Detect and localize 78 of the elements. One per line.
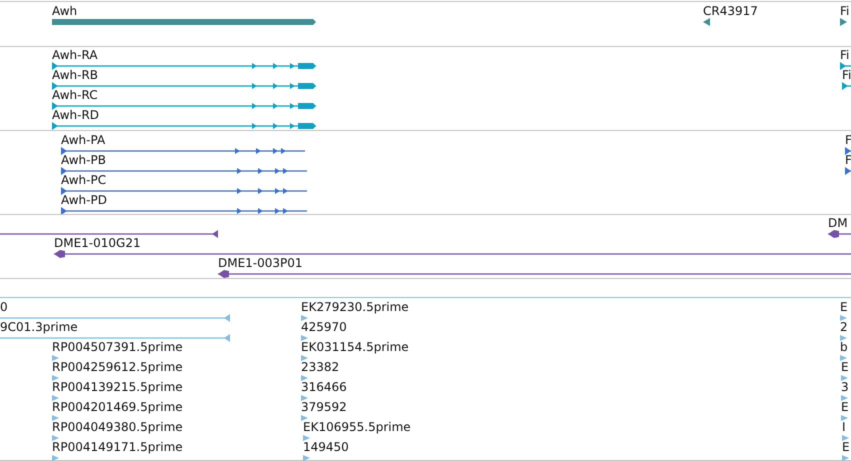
- feature-label: Awh-PB: [61, 153, 106, 167]
- clone-glyph[interactable]: [828, 230, 851, 238]
- transcript-glyph[interactable]: [52, 82, 316, 90]
- feature-label: DME1-010G21: [54, 236, 141, 250]
- feature-label: E: [841, 400, 849, 414]
- clone-glyph[interactable]: [54, 250, 851, 258]
- feature-label: Fi: [840, 4, 850, 18]
- transcript-glyph[interactable]: [52, 62, 316, 70]
- feature-label: RP004507391.5prime: [52, 340, 183, 354]
- feature-label: Fi: [840, 48, 850, 62]
- feature-label: b: [840, 340, 848, 354]
- transcript-glyph[interactable]: [840, 62, 851, 70]
- transcript-glyph[interactable]: [842, 82, 851, 90]
- feature-label: E: [840, 300, 848, 314]
- feature-label: RP004139215.5prime: [52, 380, 183, 394]
- protein-glyph[interactable]: [61, 207, 307, 215]
- feature-label: F: [845, 133, 851, 147]
- feature-label: DM: [828, 216, 848, 230]
- feature-label: RP004201469.5prime: [52, 400, 183, 414]
- feature-label: 2: [840, 320, 848, 334]
- feature-label: 9C01.3prime: [0, 320, 78, 334]
- feature-label: 379592: [301, 400, 347, 414]
- est-glyph[interactable]: [301, 414, 310, 422]
- feature-label: 23382: [301, 360, 340, 374]
- protein-glyph[interactable]: [845, 147, 851, 155]
- feature-label: Awh-RA: [52, 48, 98, 62]
- est-glyph[interactable]: [303, 434, 312, 442]
- est-glyph[interactable]: [52, 374, 59, 382]
- feature-label: Awh-RB: [52, 68, 98, 82]
- feature-label: Awh-PC: [61, 173, 106, 187]
- est-glyph[interactable]: [301, 374, 310, 382]
- protein-glyph[interactable]: [61, 167, 307, 175]
- est-glyph[interactable]: [303, 454, 312, 461]
- est-glyph[interactable]: [0, 314, 230, 322]
- feature-label: 316466: [301, 380, 347, 394]
- est-glyph[interactable]: [52, 394, 59, 402]
- feature-label: 425970: [301, 320, 347, 334]
- feature-label: 3: [841, 380, 849, 394]
- feature-label: EK279230.5prime: [301, 300, 409, 314]
- est-glyph[interactable]: [301, 314, 310, 322]
- feature-label: Awh-RD: [52, 108, 100, 122]
- est-glyph[interactable]: [301, 334, 310, 342]
- feature-label: Fi: [842, 68, 851, 82]
- est-glyph[interactable]: [0, 334, 230, 342]
- est-glyph[interactable]: [52, 454, 59, 461]
- protein-glyph[interactable]: [61, 187, 307, 195]
- est-glyph[interactable]: [52, 414, 59, 422]
- feature-label: DME1-003P01: [218, 256, 303, 270]
- clone-glyph[interactable]: [0, 230, 218, 238]
- est-glyph[interactable]: [52, 434, 59, 442]
- feature-label: RP004149171.5prime: [52, 440, 183, 454]
- transcript-glyph[interactable]: [52, 102, 316, 110]
- est-glyph[interactable]: [842, 434, 851, 442]
- est-glyph[interactable]: [842, 454, 851, 461]
- feature-label: E: [841, 360, 849, 374]
- feature-label: RP004259612.5prime: [52, 360, 183, 374]
- feature-label: CR43917: [703, 4, 758, 18]
- feature-label: Awh-PA: [61, 133, 106, 147]
- est-glyph[interactable]: [52, 354, 59, 362]
- feature-label: EK031154.5prime: [301, 340, 409, 354]
- feature-label: EK106955.5prime: [303, 420, 411, 434]
- protein-glyph[interactable]: [845, 167, 851, 175]
- feature-label: 149450: [303, 440, 349, 454]
- feature-label: RP004049380.5prime: [52, 420, 183, 434]
- clone-glyph[interactable]: [218, 270, 851, 278]
- est-glyph[interactable]: [301, 394, 310, 402]
- feature-label: E: [842, 440, 850, 454]
- feature-label: Awh: [52, 4, 78, 18]
- feature-label: 0: [0, 300, 8, 314]
- feature-label: I: [842, 420, 846, 434]
- feature-label: F: [845, 153, 851, 167]
- transcript-glyph[interactable]: [52, 122, 316, 130]
- protein-glyph[interactable]: [61, 147, 305, 155]
- feature-label: Awh-PD: [61, 193, 107, 207]
- gene-glyph[interactable]: [52, 18, 316, 26]
- feature-label: Awh-RC: [52, 88, 98, 102]
- est-glyph[interactable]: [301, 354, 310, 362]
- gene-glyph[interactable]: [703, 18, 710, 26]
